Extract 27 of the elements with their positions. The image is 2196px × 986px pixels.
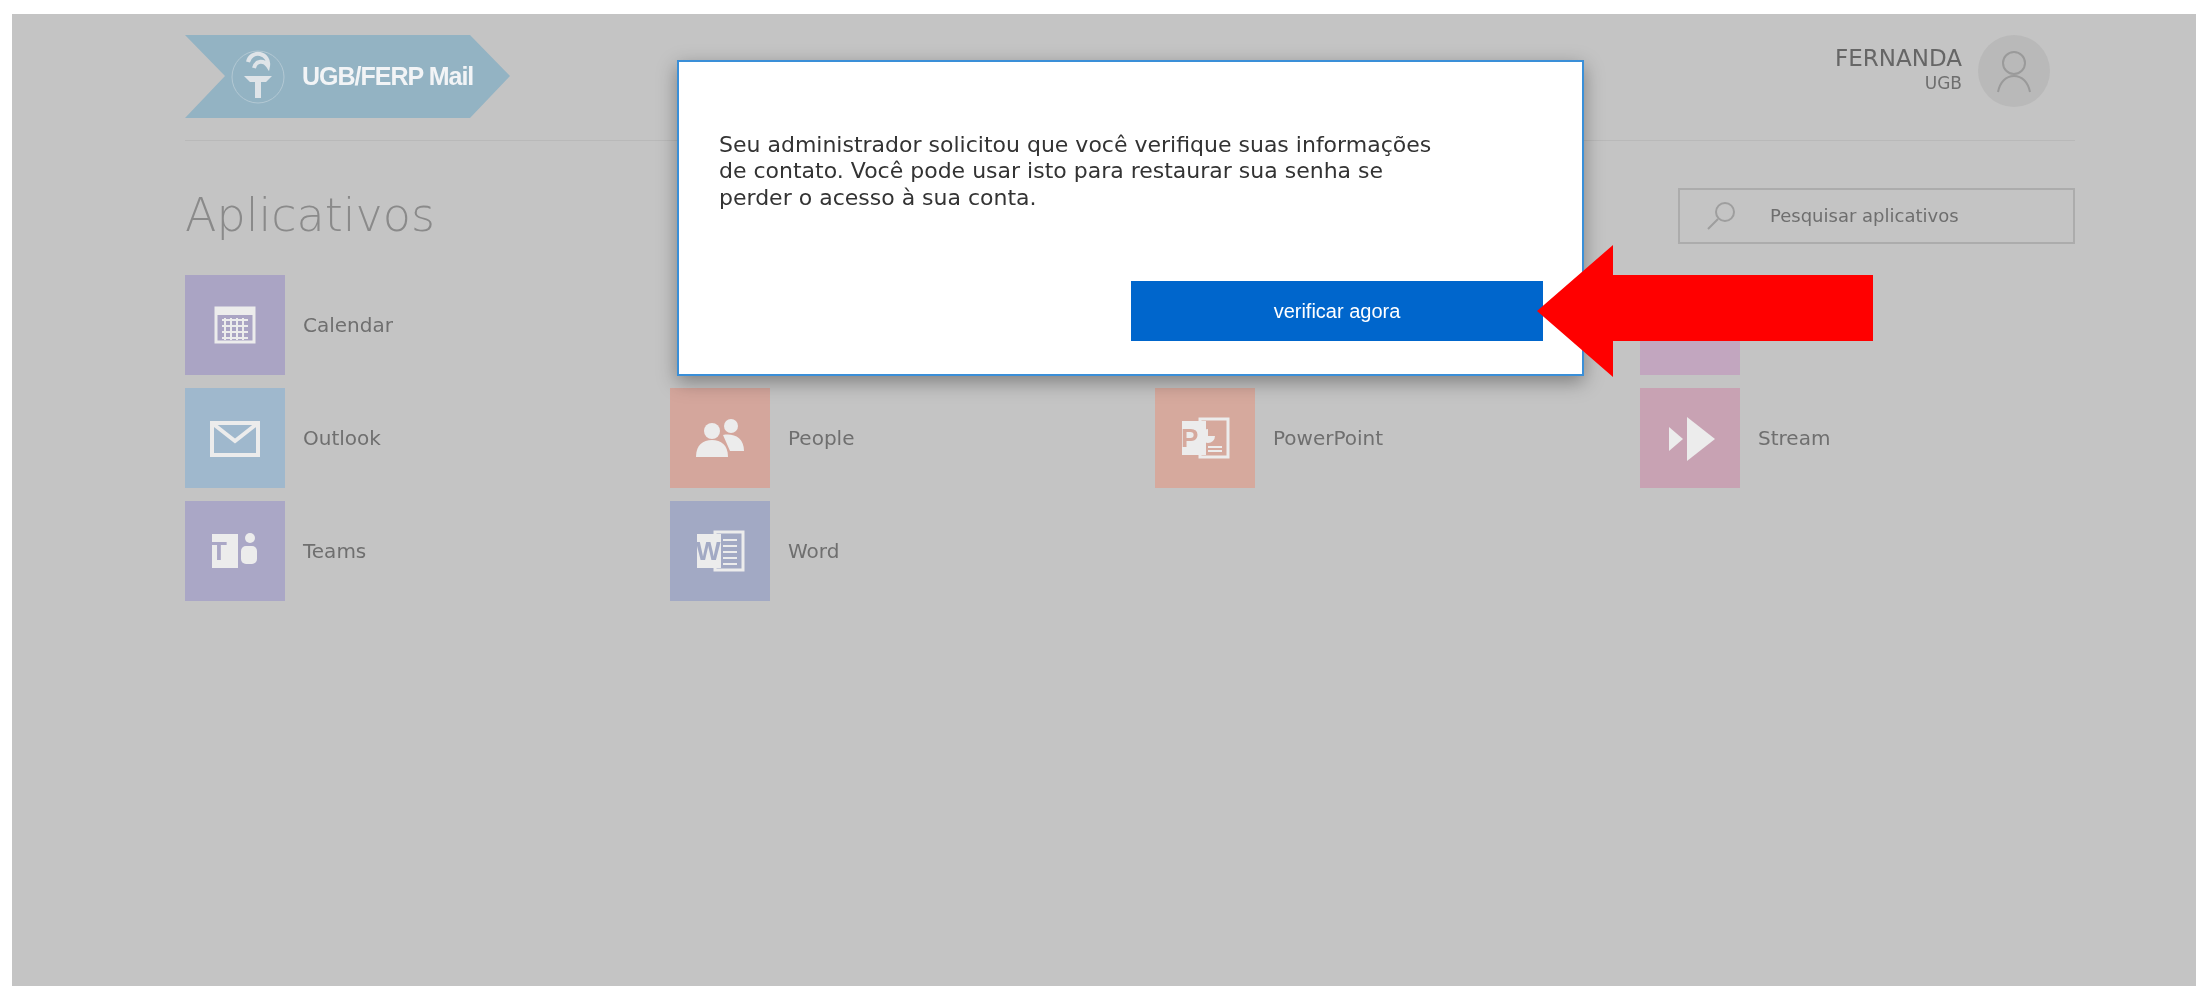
logo-text: UGB/FERP Mail	[302, 60, 474, 92]
app-tile[interactable]: T	[185, 501, 285, 601]
icon-letter: P	[1181, 421, 1199, 455]
app-label[interactable]: Stream	[1758, 423, 1831, 453]
app-tile[interactable]	[185, 275, 285, 375]
search-field[interactable]: Pesquisar aplicativos	[1678, 187, 2075, 244]
search-icon	[1706, 200, 1736, 231]
verify-now-button[interactable]: verificar agora	[1131, 281, 1543, 341]
dialog-message: Seu administrador solicitou que você verifique suas informações de contato. Você pode usar isto para restaurar sua senha se perder o acesso à sua conta.	[719, 132, 1433, 212]
user-organization: UGB	[1923, 71, 1962, 95]
icon-letter: W	[696, 534, 721, 568]
app-label[interactable]: Teams	[303, 536, 367, 566]
user-name: FERNANDA	[1835, 45, 1962, 71]
app-label[interactable]: Calendar	[303, 310, 393, 340]
logo-banner[interactable]: UGB/FERP Mail	[185, 35, 510, 118]
app-tile[interactable]	[185, 388, 285, 488]
app-tile[interactable]: P	[1155, 388, 1255, 488]
app-label[interactable]: Outlook	[303, 423, 381, 453]
app-tile[interactable]: W	[670, 501, 770, 601]
app-label[interactable]: Word	[788, 536, 840, 566]
app-label[interactable]: People	[788, 423, 855, 453]
page-title: Aplicativos	[185, 187, 435, 244]
app-tile[interactable]	[1640, 388, 1740, 488]
icon-letter: T	[211, 534, 227, 568]
app-label[interactable]: PowerPoint	[1273, 423, 1384, 453]
app-tile[interactable]	[670, 388, 770, 488]
person-icon	[1996, 49, 2032, 93]
